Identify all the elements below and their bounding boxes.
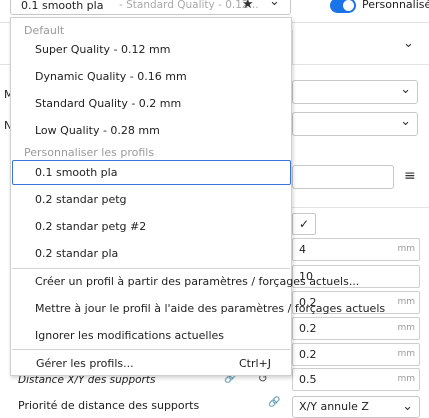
check-icon: ✓ [298,217,310,231]
chevron-down-icon: ⌄ [400,114,411,129]
profile-item-0-2-standar-pla[interactable]: 0.2 standar pla [35,247,118,260]
setting-checkbox[interactable]: ✓ [292,213,316,235]
profile-dropdown-menu: Default Super Quality - 0.12 mm Dynamic … [10,17,385,376]
divider [292,30,293,64]
profile-combobox[interactable]: 0.1 smooth pla - Standard Quality - 0.12… [10,0,291,15]
menu-separator [12,349,290,350]
profile-quality: - Standard Quality - 0.12... [119,0,259,11]
setting-number-field[interactable]: 0.2 mm [292,317,420,340]
update-profile-item[interactable]: Mettre à jour le profil à l'aide des par… [35,302,385,315]
profile-item-dynamic-quality[interactable]: Dynamic Quality - 0.16 mm [35,70,187,83]
chevron-down-icon: ⌄ [402,399,413,414]
manage-profiles-shortcut: Ctrl+J [238,357,271,370]
create-profile-item[interactable]: Créer un profil à partir des paramètres … [35,275,359,288]
setting-number-field[interactable]: 0.5 mm [292,368,420,391]
profile-item-standard-quality[interactable]: Standard Quality - 0.2 mm [35,97,181,110]
collapse-chevron-icon[interactable]: ⌄ [403,36,414,51]
discard-changes-item[interactable]: Ignorer les modifications actuelles [35,329,224,342]
search-settings-input[interactable] [292,165,394,189]
section-default-label: Default [24,24,65,37]
support-distance-priority-select[interactable]: X/Y annule Z ⌄ [292,396,420,418]
custom-mode-label: Personnalisé [362,0,429,11]
divider [292,207,429,208]
profile-item-0-1-smooth-pla[interactable]: 0.1 smooth pla [35,166,117,179]
manage-profiles-item[interactable]: Gérer les profils... [36,357,134,370]
settings-menu-icon[interactable]: ≡ [404,168,416,184]
section-custom-label: Personnaliser les profils [24,146,155,159]
setting-number-field[interactable]: 0.2 mm [292,343,420,366]
profile-item-0-2-standar-petg-2[interactable]: 0.2 standar petg #2 [35,220,146,233]
star-icon: ★ [242,0,254,12]
custom-mode-toggle[interactable] [330,0,356,13]
setting-select-2[interactable]: ⌄ [292,112,418,136]
profile-item-low-quality[interactable]: Low Quality - 0.28 mm [35,124,160,137]
profile-item-super-quality[interactable]: Super Quality - 0.12 mm [35,43,170,56]
menu-separator [12,268,290,269]
profile-name: 0.1 smooth pla [21,0,104,12]
chevron-down-icon: ⌄ [269,0,280,9]
profile-item-0-2-standar-petg[interactable]: 0.2 standar petg [35,193,127,206]
setting-select-1[interactable]: ⌄ [292,80,418,104]
setting-number-field[interactable]: 4 mm [292,238,420,261]
chevron-down-icon: ⌄ [400,82,411,97]
link-icon: 🔗 [268,397,281,408]
